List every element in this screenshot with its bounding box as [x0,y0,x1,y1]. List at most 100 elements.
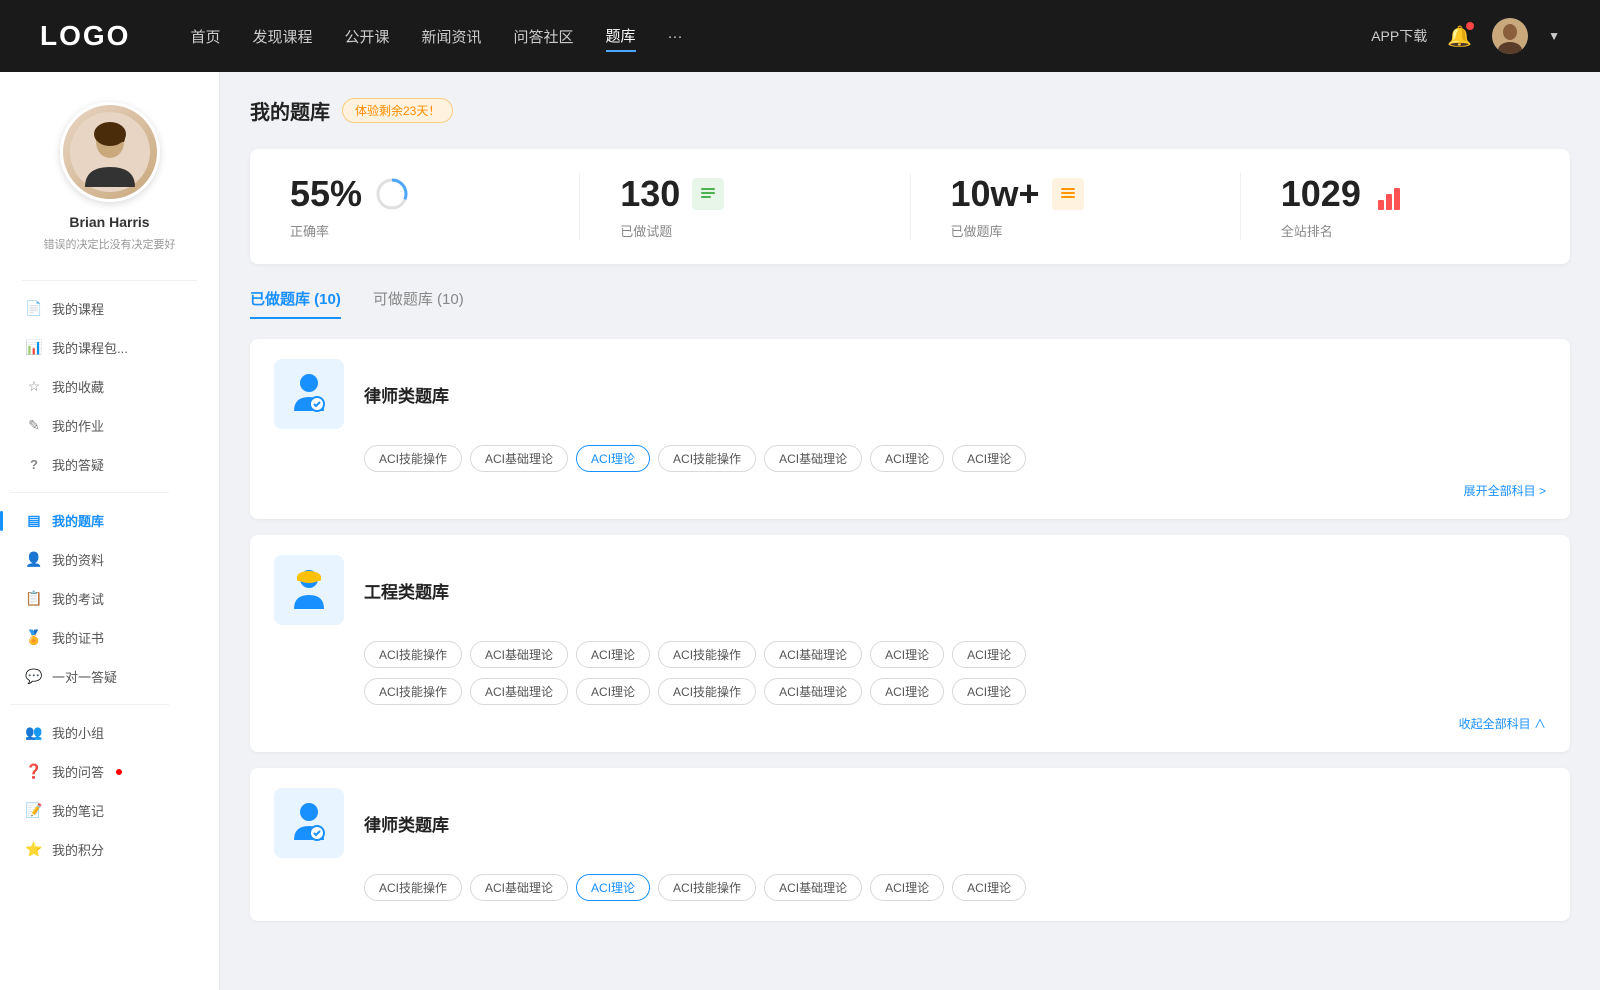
nav-item-opencourse[interactable]: 公开课 [344,22,389,51]
sidebar-item-my-qa[interactable]: 我的答疑 [10,445,209,484]
stat-label-done: 已做试题 [620,221,672,240]
tag-l2-0[interactable]: ACI技能操作 [364,874,462,901]
stat-rank: 1029 全站排名 [1241,173,1570,240]
bank-name-lawyer-1: 律师类题库 [364,382,449,407]
bank-card-engineer: 工程类题库 ACI技能操作 ACI基础理论 ACI理论 ACI技能操作 ACI基… [250,535,1570,752]
tag-2[interactable]: ACI理论 [576,445,650,472]
main-content: 我的题库 体验剩余23天！ 55% 正确率 130 [220,72,1600,990]
sidebar-item-label: 我的题库 [52,511,104,530]
sidebar-item-homework[interactable]: 我的作业 [10,406,209,445]
tag-e-0[interactable]: ACI技能操作 [364,641,462,668]
list-orange-icon [1052,178,1084,210]
sidebar-item-group[interactable]: 我的小组 [10,713,209,752]
tag-e2-6[interactable]: ACI理论 [952,678,1026,705]
nav-item-news[interactable]: 新闻资讯 [422,22,482,51]
tag-l2-3[interactable]: ACI技能操作 [658,874,756,901]
sidebar-item-my-course[interactable]: 我的课程 [10,289,209,328]
stat-label-accuracy: 正确率 [290,221,329,240]
trial-badge: 体验剩余23天！ [342,98,453,123]
app-download-button[interactable]: APP下载 [1371,26,1427,46]
notification-bell[interactable]: 🔔 [1447,24,1472,49]
tab-available-banks[interactable]: 可做题库 (10) [373,288,464,319]
sidebar-divider [22,280,197,281]
stat-row: 1029 [1281,173,1405,215]
tag-e2-2[interactable]: ACI理论 [576,678,650,705]
tag-l2-6[interactable]: ACI理论 [952,874,1026,901]
page-title: 我的题库 [250,96,330,125]
tag-e-1[interactable]: ACI基础理论 [470,641,568,668]
sidebar-item-favorites[interactable]: 我的收藏 [10,367,209,406]
star-icon [26,379,42,395]
stat-row: 10w+ [951,173,1084,215]
tab-done-banks[interactable]: 已做题库 (10) [250,288,341,319]
sidebar-item-course-package[interactable]: 我的课程包... [10,328,209,367]
navbar-right: APP下载 🔔 ▼ [1371,18,1560,54]
sidebar-divider-2 [10,492,169,493]
bank-icon [26,513,42,529]
tag-4[interactable]: ACI基础理论 [764,445,862,472]
profile-avatar [60,102,160,202]
bank-card-header: 律师类题库 [274,359,1546,429]
chart-icon [26,340,42,356]
bank-card-lawyer-1: 律师类题库 ACI技能操作 ACI基础理论 ACI理论 ACI技能操作 ACI基… [250,339,1570,519]
sidebar-item-exam[interactable]: 我的考试 [10,579,209,618]
stats-card: 55% 正确率 130 已做试题 [250,149,1570,264]
nav-item-home[interactable]: 首页 [190,22,220,51]
nav-item-discover[interactable]: 发现课程 [252,22,312,51]
sidebar-item-cert[interactable]: 我的证书 [10,618,209,657]
nav-item-qa[interactable]: 问答社区 [514,22,574,51]
stat-number-banks: 10w+ [951,173,1040,215]
points-icon [26,842,42,858]
cert-icon [26,630,42,646]
tag-l2-2[interactable]: ACI理论 [576,874,650,901]
tag-3[interactable]: ACI技能操作 [658,445,756,472]
bank-card-header: 工程类题库 [274,555,1546,625]
nav-item-bank[interactable]: 题库 [606,21,636,52]
sidebar-divider-3 [10,704,169,705]
tag-e2-5[interactable]: ACI理论 [870,678,944,705]
page-body: Brian Harris 错误的决定比没有决定要好 我的课程 我的课程包... … [0,72,1600,990]
note-icon [26,803,42,819]
sidebar-item-questions[interactable]: 我的问答 [10,752,209,791]
tag-e2-0[interactable]: ACI技能操作 [364,678,462,705]
sidebar-item-my-bank[interactable]: 我的题库 [10,501,209,540]
tag-l2-1[interactable]: ACI基础理论 [470,874,568,901]
tag-e-3[interactable]: ACI技能操作 [658,641,756,668]
stat-row: 130 [620,173,724,215]
nav-item-more[interactable]: ··· [668,24,683,49]
tag-e-4[interactable]: ACI基础理论 [764,641,862,668]
sidebar-item-profile[interactable]: 我的资料 [10,540,209,579]
user-name: Brian Harris [69,214,149,230]
tag-e2-4[interactable]: ACI基础理论 [764,678,862,705]
avatar-dropdown-arrow[interactable]: ▼ [1548,29,1560,43]
sidebar-item-label: 我的收藏 [52,377,104,396]
collapse-button-engineer[interactable]: 收起全部科目 ∧ [1459,715,1546,732]
tag-l2-4[interactable]: ACI基础理论 [764,874,862,901]
sidebar-item-points[interactable]: 我的积分 [10,830,209,869]
tag-e2-3[interactable]: ACI技能操作 [658,678,756,705]
sidebar-item-notes[interactable]: 我的笔记 [10,791,209,830]
tag-e-6[interactable]: ACI理论 [952,641,1026,668]
sidebar-item-label: 我的课程 [52,299,104,318]
sidebar-item-label: 我的问答 [52,762,104,781]
lawyer-icon [274,359,344,429]
tag-e-2[interactable]: ACI理论 [576,641,650,668]
bank-footer-lawyer-1: 展开全部科目 > [274,482,1546,499]
tag-e2-1[interactable]: ACI基础理论 [470,678,568,705]
sidebar-item-one-on-one[interactable]: 一对一答疑 [10,657,209,696]
tag-l2-5[interactable]: ACI理论 [870,874,944,901]
sidebar-item-label: 我的考试 [52,589,104,608]
tag-5[interactable]: ACI理论 [870,445,944,472]
avatar[interactable] [1492,18,1528,54]
stat-accuracy: 55% 正确率 [250,173,580,240]
qa-icon [26,764,42,780]
tag-0[interactable]: ACI技能操作 [364,445,462,472]
chat-icon [26,669,42,685]
expand-button-1[interactable]: 展开全部科目 > [1464,482,1546,499]
bank-name-lawyer-2: 律师类题库 [364,811,449,836]
stat-label-banks: 已做题库 [951,221,1003,240]
tag-1[interactable]: ACI基础理论 [470,445,568,472]
tag-6[interactable]: ACI理论 [952,445,1026,472]
stat-row: 55% [290,173,410,215]
tag-e-5[interactable]: ACI理论 [870,641,944,668]
